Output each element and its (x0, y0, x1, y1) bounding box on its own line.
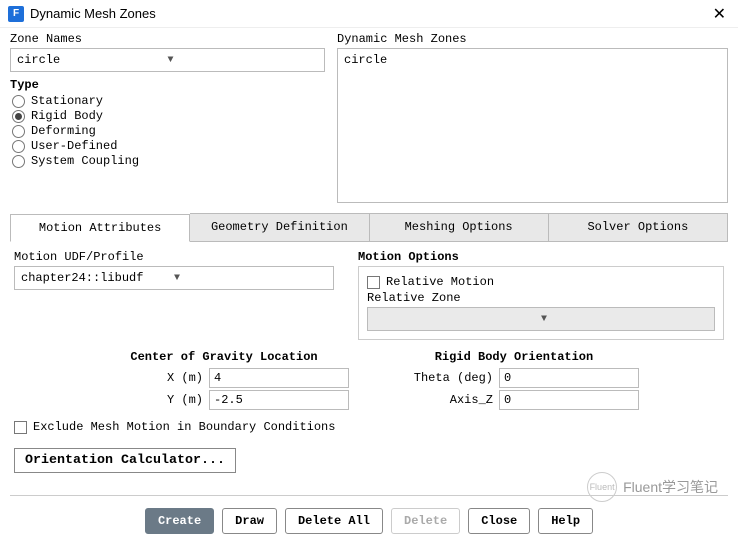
tab-geometry-definition[interactable]: Geometry Definition (190, 213, 369, 241)
tab-solver-options[interactable]: Solver Options (549, 213, 728, 241)
relative-zone-dropdown[interactable]: ▼ (367, 307, 715, 331)
draw-button[interactable]: Draw (222, 508, 277, 534)
tab-bar: Motion AttributesGeometry DefinitionMesh… (10, 213, 728, 242)
radio-icon (12, 95, 25, 108)
dmz-listbox[interactable]: circle (337, 48, 728, 203)
radio-icon (12, 110, 25, 123)
exclude-mesh-label: Exclude Mesh Motion in Boundary Conditio… (33, 420, 335, 434)
cog-y-input[interactable] (209, 390, 349, 410)
relative-motion-label: Relative Motion (386, 275, 494, 289)
radio-label: User-Defined (31, 139, 117, 153)
cog-x-label: X (m) (99, 371, 209, 385)
type-radio-rigid-body[interactable]: Rigid Body (12, 109, 325, 123)
motion-udf-value: chapter24::libudf (21, 271, 174, 285)
delete-all-button[interactable]: Delete All (285, 508, 383, 534)
chevron-down-icon: ▼ (541, 314, 708, 325)
rbo-axis-input[interactable] (499, 390, 639, 410)
list-item[interactable]: circle (344, 53, 721, 67)
zone-names-value: circle (17, 53, 168, 67)
exclude-mesh-checkbox[interactable]: Exclude Mesh Motion in Boundary Conditio… (14, 420, 724, 434)
type-radio-group: StationaryRigid BodyDeformingUser-Define… (12, 94, 325, 168)
rbo-theta-input[interactable] (499, 368, 639, 388)
chevron-down-icon: ▼ (168, 55, 319, 66)
motion-udf-label: Motion UDF/Profile (14, 250, 334, 264)
checkbox-icon (367, 276, 380, 289)
watermark: Fluent Fluent学习笔记 (587, 472, 718, 502)
cog-y-label: Y (m) (99, 393, 209, 407)
type-radio-stationary[interactable]: Stationary (12, 94, 325, 108)
tab-motion-attributes[interactable]: Motion Attributes (10, 214, 190, 242)
zone-names-label: Zone Names (10, 32, 325, 46)
tab-meshing-options[interactable]: Meshing Options (370, 213, 549, 241)
watermark-text: Fluent学习笔记 (623, 477, 718, 497)
app-icon: F (8, 6, 24, 22)
rbo-axis-label: Axis_Z (389, 393, 499, 407)
type-radio-system-coupling[interactable]: System Coupling (12, 154, 325, 168)
motion-udf-dropdown[interactable]: chapter24::libudf ▼ (14, 266, 334, 290)
radio-icon (12, 155, 25, 168)
relative-motion-checkbox[interactable]: Relative Motion (367, 275, 715, 289)
cog-x-input[interactable] (209, 368, 349, 388)
watermark-icon: Fluent (587, 472, 617, 502)
rbo-heading: Rigid Body Orientation (389, 350, 639, 364)
close-icon[interactable]: ✕ (709, 4, 730, 24)
radio-label: Deforming (31, 124, 96, 138)
create-button[interactable]: Create (145, 508, 214, 534)
cog-heading: Center of Gravity Location (99, 350, 349, 364)
radio-icon (12, 125, 25, 138)
checkbox-icon (14, 421, 27, 434)
radio-label: System Coupling (31, 154, 139, 168)
radio-label: Rigid Body (31, 109, 103, 123)
delete-button: Delete (391, 508, 460, 534)
radio-icon (12, 140, 25, 153)
radio-label: Stationary (31, 94, 103, 108)
type-radio-user-defined[interactable]: User-Defined (12, 139, 325, 153)
rbo-theta-label: Theta (deg) (389, 371, 499, 385)
motion-options-label: Motion Options (358, 250, 724, 264)
orientation-calculator-button[interactable]: Orientation Calculator... (14, 448, 236, 473)
type-radio-deforming[interactable]: Deforming (12, 124, 325, 138)
dmz-list-label: Dynamic Mesh Zones (337, 32, 728, 46)
zone-names-dropdown[interactable]: circle ▼ (10, 48, 325, 72)
help-button[interactable]: Help (538, 508, 593, 534)
window-title: Dynamic Mesh Zones (30, 6, 709, 21)
close-button[interactable]: Close (468, 508, 530, 534)
type-label: Type (10, 78, 325, 92)
relative-zone-label: Relative Zone (367, 291, 715, 305)
chevron-down-icon: ▼ (174, 273, 327, 284)
